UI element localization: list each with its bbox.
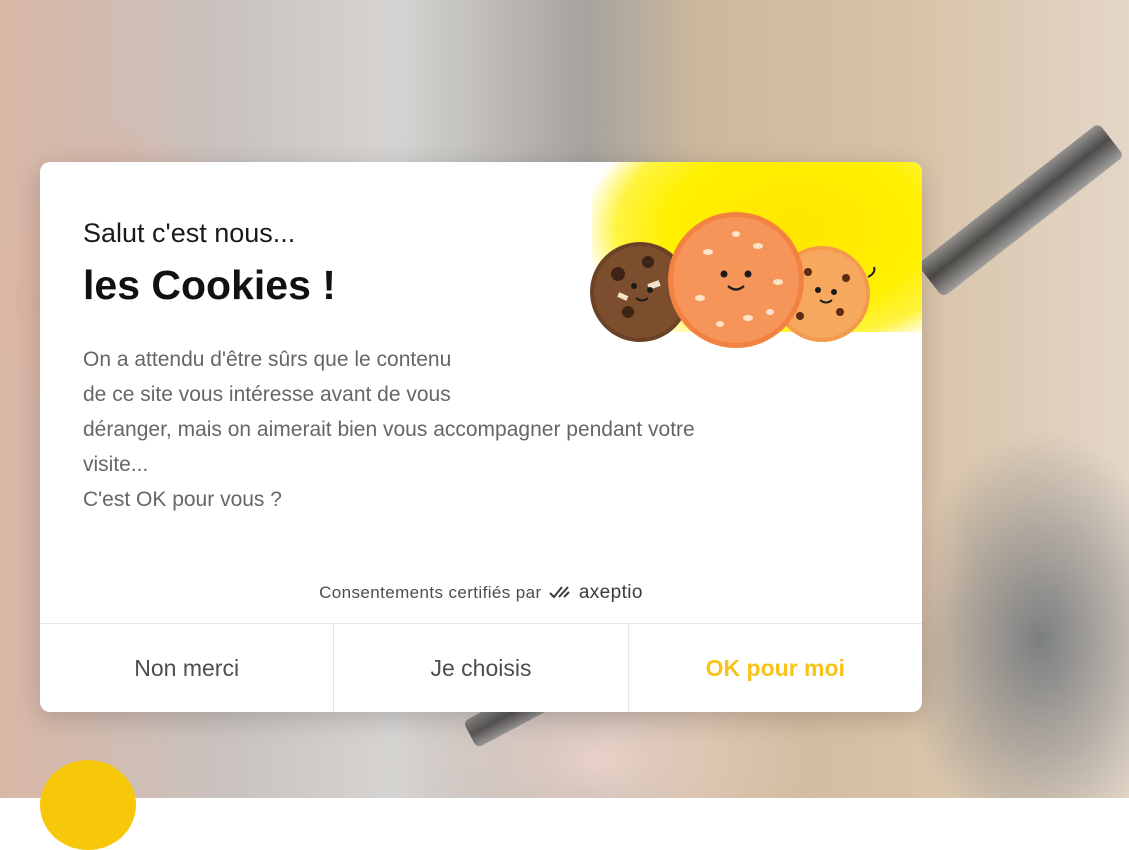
consent-message: On a attendu d'être sûrs que le contenu …: [83, 342, 891, 517]
message-line: de ce site vous intéresse avant de vous: [83, 383, 451, 406]
message-line: visite...: [83, 453, 149, 476]
axeptio-launcher-icon[interactable]: [40, 760, 136, 850]
axeptio-check-icon: [548, 586, 570, 599]
cookie-consent-dialog: Salut c'est nous... les Cookies ! On a a…: [40, 162, 922, 712]
certification-footer: Consentements certifiés par axeptio: [40, 582, 922, 604]
consent-actions: Non merci Je choisis OK pour moi: [40, 623, 922, 712]
message-line: On a attendu d'être sûrs que le contenu: [83, 348, 452, 371]
axeptio-brand[interactable]: axeptio: [579, 582, 643, 603]
greeting-text: Salut c'est nous...: [83, 218, 296, 248]
dialog-title: les Cookies !: [83, 262, 336, 308]
certified-by-text: Consentements certifiés par: [319, 583, 542, 602]
message-line: déranger, mais on aimerait bien vous acc…: [83, 418, 695, 441]
message-line: C'est OK pour vous ?: [83, 488, 282, 511]
decline-button[interactable]: Non merci: [40, 624, 333, 712]
accept-button[interactable]: OK pour moi: [627, 624, 922, 712]
cookies-illustration-icon: [590, 212, 876, 348]
choose-settings-button[interactable]: Je choisis: [333, 624, 627, 712]
